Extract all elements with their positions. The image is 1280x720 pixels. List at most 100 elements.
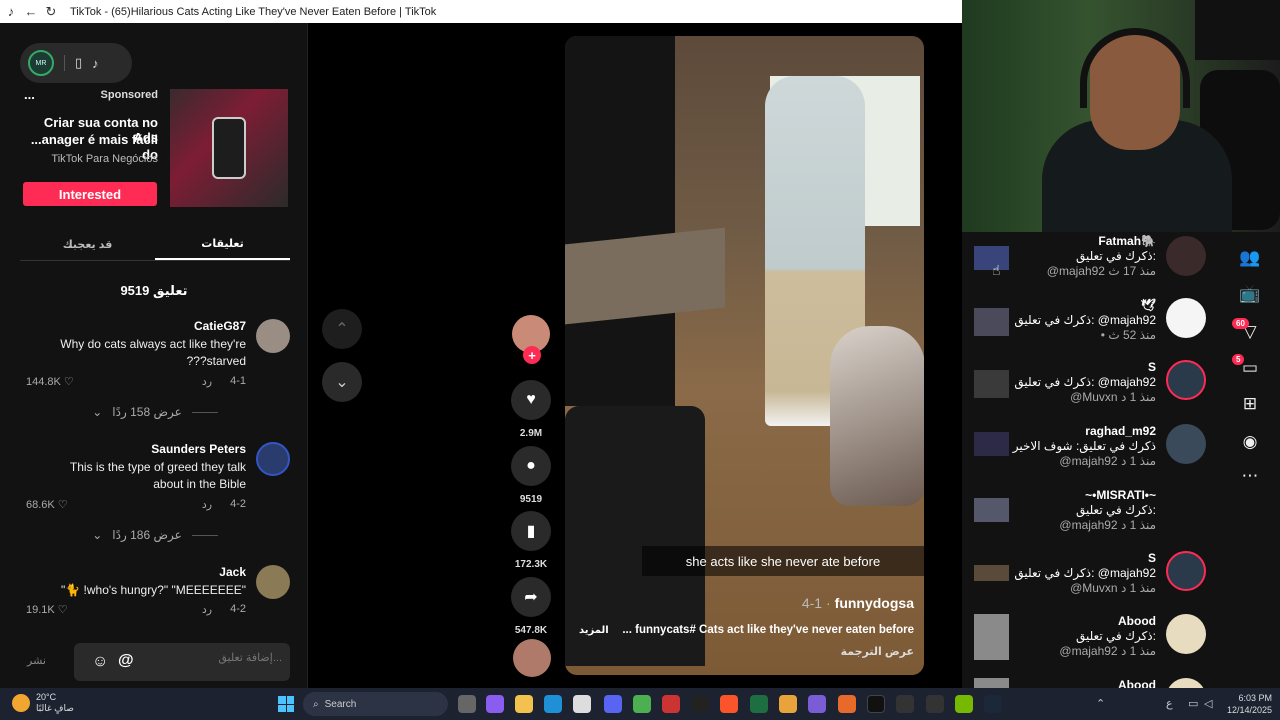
video-thumbnail[interactable] [974, 678, 1009, 688]
mention-icon[interactable]: @ [118, 652, 134, 670]
video-thumbnail[interactable] [974, 498, 1009, 522]
avatar[interactable] [1166, 360, 1206, 400]
interested-button[interactable]: Interested [23, 182, 157, 206]
heart-outline-icon[interactable]: ♡ [58, 498, 68, 511]
chrome-icon[interactable] [633, 695, 651, 713]
avatar[interactable] [1166, 614, 1206, 654]
notification-item[interactable]: raghad_m92 ذكرك في تعليق: شوف الاخير @ma… [962, 422, 1218, 482]
app-icon[interactable] [779, 695, 797, 713]
like-button[interactable]: ♥ [511, 380, 551, 420]
more-icon[interactable]: ⋯ [1238, 464, 1262, 488]
tab-you-may-like[interactable]: قد يعجبك [20, 229, 155, 260]
view-replies[interactable]: ⌄ عرض 158 ردًا [20, 405, 290, 419]
video-subtitle: she acts like she never ate before [642, 546, 924, 576]
see-translation-link[interactable]: عرض الترجمة [841, 645, 914, 658]
profile-logo-icon[interactable]: MR [28, 50, 54, 76]
emoji-icon[interactable]: ☺ [92, 653, 108, 671]
previous-video-button[interactable]: ⌃ [322, 309, 362, 349]
notification-item[interactable]: Abood [962, 676, 1218, 688]
avatar[interactable] [1166, 424, 1206, 464]
volume-icon[interactable]: ◁ [1204, 697, 1212, 710]
like-count[interactable]: 19.1K ♡ [26, 603, 68, 617]
task-view-icon[interactable] [458, 695, 476, 713]
taskbar-search[interactable]: ⌕ Search [303, 692, 448, 716]
comment-button[interactable]: ● [511, 446, 551, 486]
avatar[interactable] [256, 565, 290, 599]
obs-icon[interactable] [662, 695, 680, 713]
chevron-up-icon[interactable]: ⌃ [1096, 697, 1105, 710]
tab-comments[interactable]: تعليقات [155, 229, 290, 260]
reply-link[interactable]: رد [202, 603, 212, 616]
ad-thumbnail[interactable] [170, 89, 288, 207]
share-button[interactable]: ➦ [511, 577, 551, 617]
video-thumbnail[interactable] [974, 614, 1009, 660]
save-button[interactable]: ▮ [511, 511, 551, 551]
comment-author[interactable]: Jack [219, 565, 246, 579]
comment-author[interactable]: Saunders Peters [151, 442, 246, 456]
comment-input[interactable] [142, 652, 282, 664]
tiktok-icon[interactable]: ♪ [92, 56, 99, 71]
tiktok-icon[interactable] [867, 695, 885, 713]
weather-widget[interactable]: 20°C صافٍ غالبًا [12, 692, 74, 714]
reply-link[interactable]: رد [202, 375, 212, 388]
store-icon[interactable] [573, 695, 591, 713]
copilot-icon[interactable] [486, 695, 504, 713]
heart-outline-icon[interactable]: ♡ [64, 375, 74, 388]
live-tv-icon[interactable]: 📺 [1238, 282, 1262, 306]
reply-link[interactable]: رد [202, 498, 212, 511]
notification-item[interactable]: 🕊 ذكرك في تعليق: @majah92 • منذ 52 ث [962, 296, 1218, 356]
notification-item[interactable]: S ذكرك في تعليق: @majah92 @Muvxn منذ 1 د [962, 549, 1218, 609]
notification-item[interactable]: Abood ذكرك في تعليق: @majah92 منذ 1 د [962, 612, 1218, 672]
nvidia-icon[interactable] [955, 695, 973, 713]
avatar[interactable] [1166, 678, 1206, 688]
search-label: Search [324, 698, 357, 710]
file-explorer-icon[interactable] [515, 695, 533, 713]
brave-icon[interactable] [720, 695, 738, 713]
avatar[interactable] [256, 442, 290, 476]
follow-plus-icon[interactable]: + [523, 346, 541, 364]
clock[interactable]: 6:03 PM 12/14/2025 [1227, 692, 1272, 716]
sponsored-ad[interactable]: ... Sponsored Criar sua conta no Ads ...… [20, 87, 290, 209]
avatar[interactable] [1166, 551, 1206, 591]
edge-icon[interactable] [544, 695, 562, 713]
app-icon[interactable] [926, 695, 944, 713]
like-count[interactable]: 68.6K ♡ [26, 498, 68, 512]
comment-author[interactable]: CatieG87 [194, 319, 246, 333]
reload-icon[interactable]: ↻ [44, 4, 58, 19]
steam-icon[interactable] [984, 695, 1002, 713]
video-thumbnail[interactable] [974, 370, 1009, 398]
notification-item[interactable]: ~•MISRATI•~ ذكرك في تعليق: @majah92 منذ … [962, 486, 1218, 546]
video-thumbnail[interactable] [974, 432, 1009, 456]
avatar[interactable] [256, 319, 290, 353]
app-icon[interactable] [896, 695, 914, 713]
back-arrow-icon[interactable]: ← [24, 4, 38, 19]
language-indicator[interactable]: ع [1166, 697, 1173, 710]
upload-plus-icon[interactable]: ⊞ [1238, 392, 1262, 416]
discord-icon[interactable] [604, 695, 622, 713]
avatar[interactable] [1166, 236, 1206, 276]
post-button[interactable]: نشر [27, 654, 46, 667]
author-name[interactable]: funnydogsa [835, 595, 914, 611]
excel-icon[interactable] [750, 695, 768, 713]
phone-icon[interactable]: ▯ [75, 55, 82, 71]
network-icon[interactable]: ▭ [1188, 697, 1198, 710]
music-disc[interactable] [513, 639, 551, 677]
video-player[interactable]: she acts like she never ate before 4-1 ·… [565, 36, 924, 675]
like-count[interactable]: 144.8K ♡ [26, 375, 74, 389]
heart-outline-icon[interactable]: ♡ [58, 603, 68, 616]
avatar[interactable] [1166, 298, 1206, 338]
app-icon[interactable] [808, 695, 826, 713]
profile-icon[interactable]: ◉ [1238, 430, 1262, 454]
video-thumbnail[interactable] [974, 565, 1009, 581]
next-video-button[interactable]: ⌄ [322, 362, 362, 402]
windows-start-icon[interactable] [278, 696, 294, 712]
video-thumbnail[interactable] [974, 308, 1009, 336]
video-author[interactable]: 4-1 · funnydogsa [802, 595, 914, 611]
more-link[interactable]: المزيد [579, 625, 609, 636]
notification-item[interactable]: S ذكرك في تعليق: @majah92 @Muvxn منذ 1 د [962, 358, 1218, 418]
more-options-icon[interactable]: ... [24, 87, 35, 102]
app-icon[interactable] [838, 695, 856, 713]
view-replies[interactable]: ⌄ عرض 186 ردًا [20, 528, 290, 542]
app-icon[interactable] [691, 695, 709, 713]
friends-icon[interactable]: 👥 [1238, 246, 1262, 270]
